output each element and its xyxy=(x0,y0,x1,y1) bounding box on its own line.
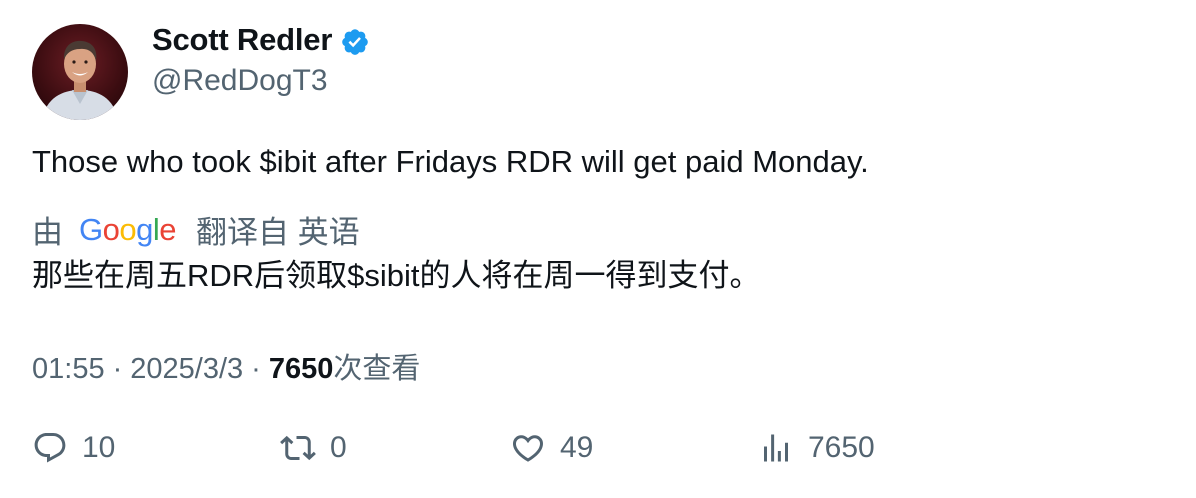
verified-badge-icon[interactable] xyxy=(340,27,370,57)
action-bar: 10 0 49 7650 xyxy=(0,430,1196,474)
google-letter: G xyxy=(79,211,103,247)
google-letter: e xyxy=(159,211,177,247)
avatar[interactable] xyxy=(32,24,128,120)
google-logo: Google xyxy=(79,211,177,248)
author-name-row: Scott Redler xyxy=(152,22,370,58)
translation-attribution: 由 Google 翻译自 英语 xyxy=(32,207,360,252)
reply-button[interactable]: 10 xyxy=(32,430,115,466)
author-display-name[interactable]: Scott Redler xyxy=(152,22,332,58)
views-action-count: 7650 xyxy=(808,431,875,464)
meta-separator: · xyxy=(112,353,123,385)
meta-separator: · xyxy=(251,353,261,385)
like-button[interactable]: 49 xyxy=(510,430,593,466)
translated-text: 那些在周五RDR后领取$sibit的人将在周一得到支付。 xyxy=(32,258,761,293)
tweet-time[interactable]: 01:55 xyxy=(32,353,105,386)
tweet-text: Those who took $ibit after Fridays RDR w… xyxy=(32,144,869,179)
translation-suffix: 翻译自 英语 xyxy=(196,215,360,250)
avatar-photo xyxy=(42,40,118,120)
heart-icon xyxy=(512,435,544,462)
views-button[interactable]: 7650 xyxy=(758,430,875,466)
tweet-meta: 01:55 · 2025/3/3 · 7650 次查看 xyxy=(32,345,420,387)
google-letter: o xyxy=(102,211,120,247)
views-count: 7650 xyxy=(268,353,334,385)
retweet-icon xyxy=(280,435,316,461)
retweet-count: 0 xyxy=(330,431,347,464)
author-handle[interactable]: @RedDogT3 xyxy=(152,64,328,98)
reply-count: 10 xyxy=(82,431,116,464)
retweet-button[interactable]: 0 xyxy=(280,430,347,466)
like-count: 49 xyxy=(560,431,594,464)
google-letter: o xyxy=(119,211,137,247)
google-letter: g xyxy=(136,211,153,247)
tweet-date[interactable]: 2025/3/3 xyxy=(130,353,243,386)
views-chart-icon xyxy=(764,434,788,462)
views-label: 次查看 xyxy=(333,353,421,385)
translation-prefix: 由 xyxy=(32,215,63,250)
reply-icon xyxy=(34,433,66,463)
